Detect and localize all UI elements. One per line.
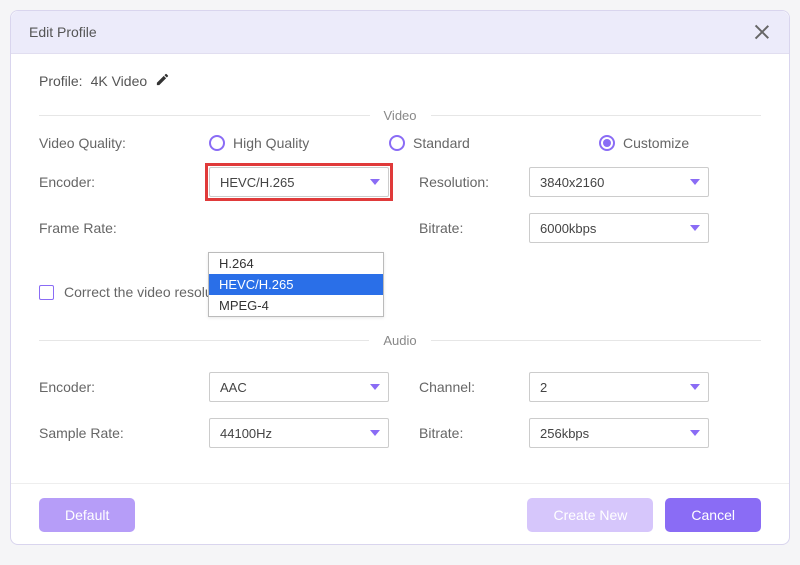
video-quality-radio-group: High Quality Standard Customize bbox=[209, 135, 709, 151]
radio-label: Customize bbox=[623, 135, 689, 151]
select-value: 2 bbox=[540, 380, 547, 395]
chevron-down-icon bbox=[690, 384, 700, 390]
audio-samplerate-select[interactable]: 44100Hz bbox=[209, 418, 389, 448]
audio-section-label: Audio bbox=[369, 333, 430, 348]
video-encoder-dropdown[interactable]: H.264 HEVC/H.265 MPEG-4 bbox=[208, 252, 384, 317]
audio-section-divider: Audio bbox=[39, 333, 761, 348]
profile-label: Profile: bbox=[39, 73, 83, 89]
video-framerate-label: Frame Rate: bbox=[39, 220, 209, 236]
edit-icon[interactable] bbox=[155, 72, 170, 90]
video-bitrate-select[interactable]: 6000kbps bbox=[529, 213, 709, 243]
chevron-down-icon bbox=[370, 430, 380, 436]
video-quality-label: Video Quality: bbox=[39, 135, 209, 151]
correct-resolution-row: Correct the video resolution automatical… bbox=[39, 283, 761, 301]
chevron-down-icon bbox=[690, 179, 700, 185]
chevron-down-icon bbox=[370, 384, 380, 390]
audio-channel-label: Channel: bbox=[419, 379, 529, 395]
select-value: 44100Hz bbox=[220, 426, 272, 441]
video-encoder-label: Encoder: bbox=[39, 174, 209, 190]
titlebar: Edit Profile bbox=[11, 11, 789, 54]
radio-icon bbox=[389, 135, 405, 151]
cancel-button[interactable]: Cancel bbox=[665, 498, 761, 532]
radio-icon bbox=[209, 135, 225, 151]
chevron-down-icon bbox=[690, 430, 700, 436]
video-quality-standard[interactable]: Standard bbox=[389, 135, 599, 151]
close-icon[interactable] bbox=[753, 23, 771, 41]
select-value: 3840x2160 bbox=[540, 175, 604, 190]
video-bitrate-label: Bitrate: bbox=[419, 220, 529, 236]
profile-value: 4K Video bbox=[91, 73, 148, 89]
encoder-option[interactable]: HEVC/H.265 bbox=[209, 274, 383, 295]
profile-row: Profile: 4K Video bbox=[39, 72, 761, 90]
radio-label: Standard bbox=[413, 135, 470, 151]
video-section-label: Video bbox=[370, 108, 431, 123]
video-settings-grid: Video Quality: High Quality Standard Cus… bbox=[39, 135, 761, 243]
correct-resolution-checkbox[interactable] bbox=[39, 285, 54, 300]
default-button[interactable]: Default bbox=[39, 498, 135, 532]
video-resolution-select[interactable]: 3840x2160 bbox=[529, 167, 709, 197]
audio-encoder-select[interactable]: AAC bbox=[209, 372, 389, 402]
video-encoder-select[interactable]: HEVC/H.265 bbox=[209, 167, 389, 197]
footer-divider bbox=[11, 483, 789, 484]
video-quality-customize[interactable]: Customize bbox=[599, 135, 689, 151]
select-value: 6000kbps bbox=[540, 221, 596, 236]
audio-samplerate-label: Sample Rate: bbox=[39, 425, 209, 441]
encoder-option[interactable]: H.264 bbox=[209, 253, 383, 274]
chevron-down-icon bbox=[690, 225, 700, 231]
radio-label: High Quality bbox=[233, 135, 309, 151]
select-value: HEVC/H.265 bbox=[220, 175, 294, 190]
edit-profile-modal: Edit Profile Profile: 4K Video Video Vid… bbox=[10, 10, 790, 545]
video-section-divider: Video bbox=[39, 108, 761, 123]
footer: Default Create New Cancel bbox=[39, 498, 761, 532]
chevron-down-icon bbox=[370, 179, 380, 185]
audio-channel-select[interactable]: 2 bbox=[529, 372, 709, 402]
encoder-option[interactable]: MPEG-4 bbox=[209, 295, 383, 316]
audio-bitrate-label: Bitrate: bbox=[419, 425, 529, 441]
video-resolution-label: Resolution: bbox=[419, 174, 529, 190]
modal-title: Edit Profile bbox=[29, 24, 97, 40]
select-value: 256kbps bbox=[540, 426, 589, 441]
select-value: AAC bbox=[220, 380, 247, 395]
video-quality-high[interactable]: High Quality bbox=[209, 135, 389, 151]
video-encoder-highlight: HEVC/H.265 bbox=[209, 167, 389, 197]
radio-icon bbox=[599, 135, 615, 151]
audio-bitrate-select[interactable]: 256kbps bbox=[529, 418, 709, 448]
audio-encoder-label: Encoder: bbox=[39, 379, 209, 395]
modal-body: Profile: 4K Video Video Video Quality: H… bbox=[11, 54, 789, 544]
create-new-button[interactable]: Create New bbox=[527, 498, 653, 532]
audio-settings-grid: Encoder: AAC Channel: 2 Sample Rate: 441… bbox=[39, 372, 761, 448]
